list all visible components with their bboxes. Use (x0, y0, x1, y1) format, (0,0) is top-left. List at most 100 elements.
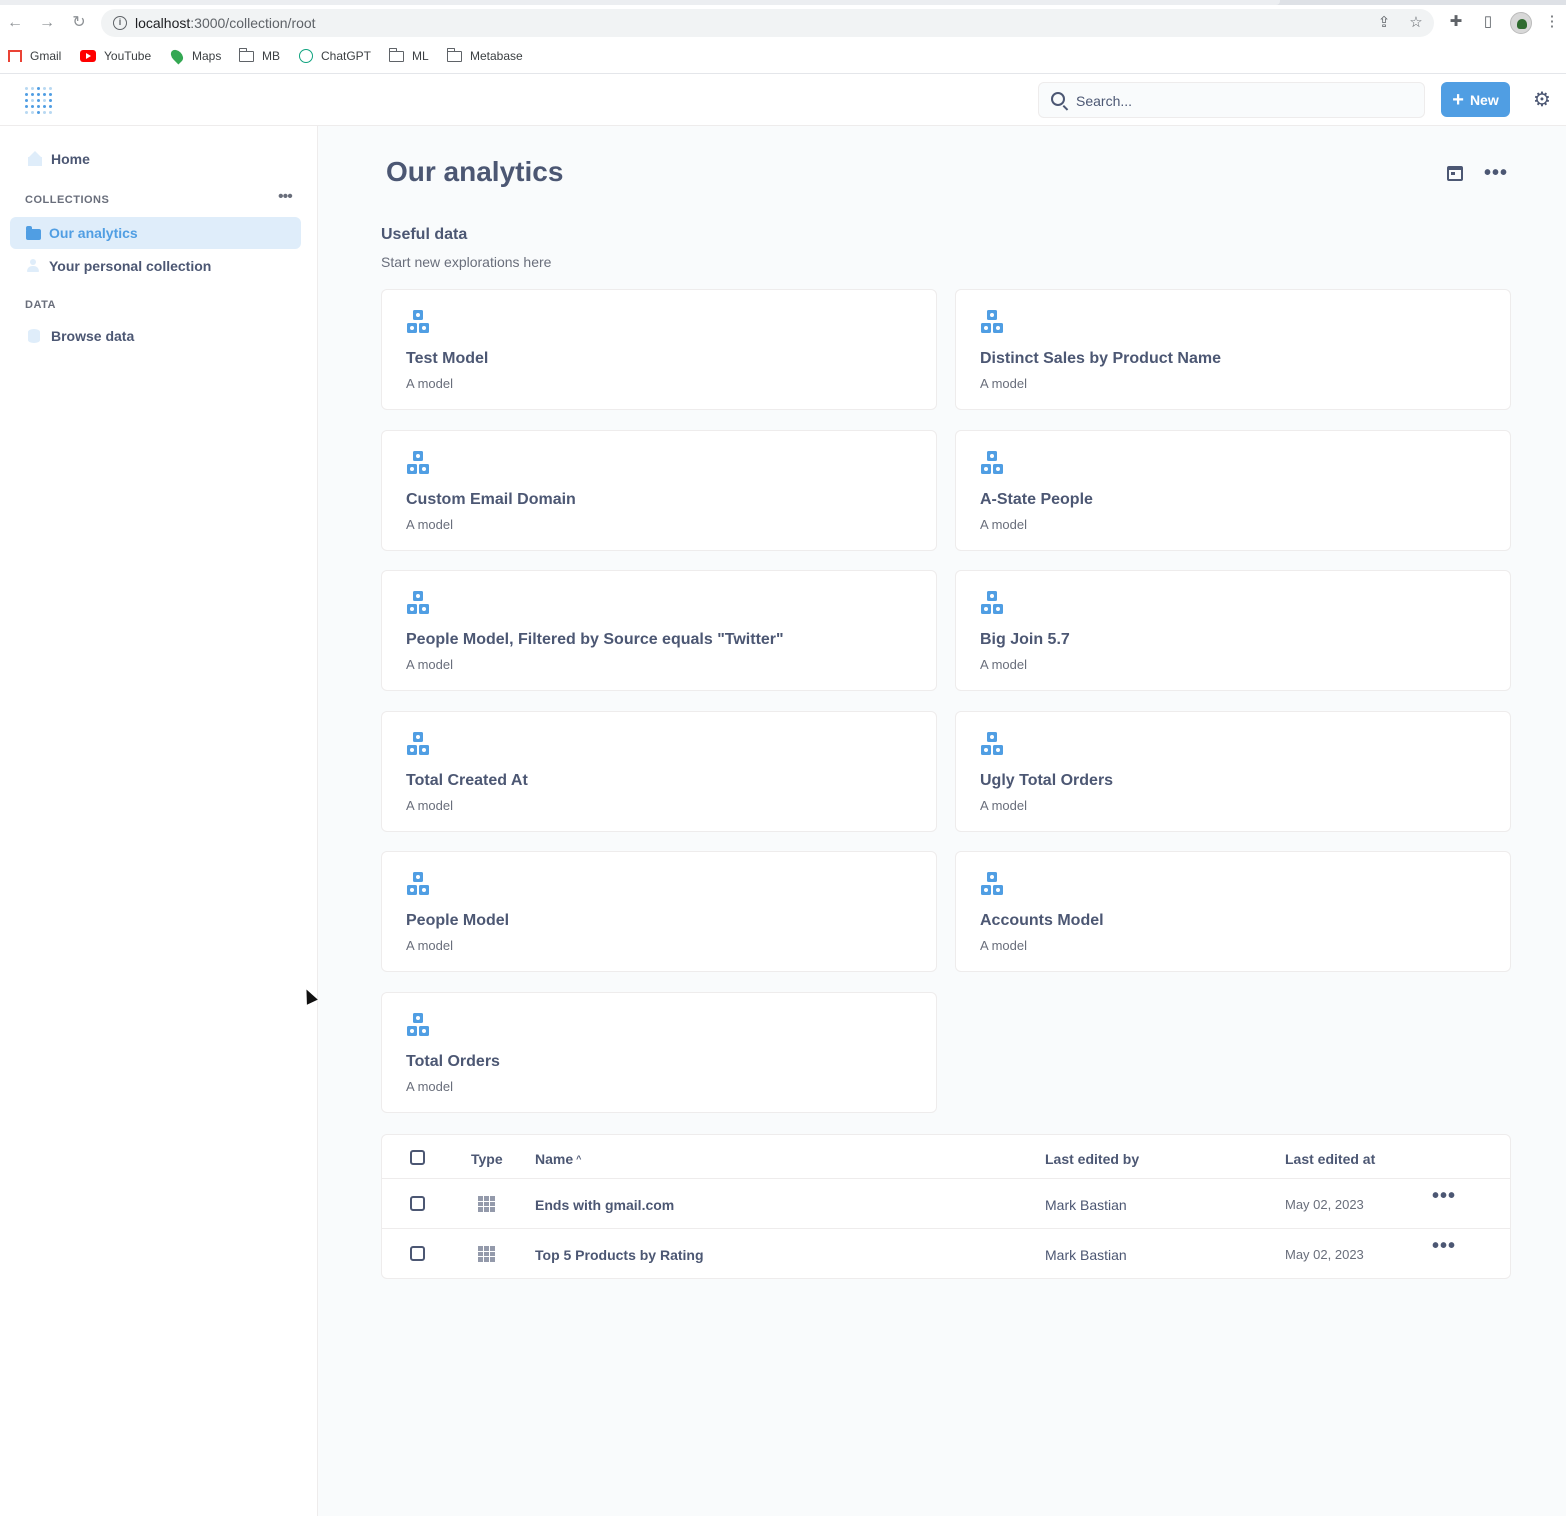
row-checkbox[interactable] (410, 1246, 425, 1261)
calendar-icon[interactable] (1447, 166, 1463, 181)
sidebar-item-personal-collection[interactable]: Your personal collection (10, 250, 301, 282)
sidebar-item-home[interactable]: Home (10, 143, 301, 175)
bookmark-star-icon[interactable]: ☆ (1407, 14, 1425, 32)
table-icon (478, 1196, 495, 1212)
bookmark-youtube[interactable]: YouTube (80, 47, 151, 65)
row-checkbox[interactable] (410, 1196, 425, 1211)
model-card[interactable]: Big Join 5.7 A model (955, 570, 1511, 691)
search-bar[interactable] (1038, 82, 1425, 118)
model-description: A model (406, 516, 453, 532)
bookmark-gmail[interactable]: Gmail (8, 47, 61, 65)
model-card[interactable]: People Model A model (381, 851, 937, 972)
reload-icon[interactable]: ↻ (69, 13, 89, 33)
model-card[interactable]: Distinct Sales by Product Name A model (955, 289, 1511, 410)
model-name: Test Model (406, 350, 489, 367)
bookmark-chatgpt[interactable]: ChatGPT (299, 47, 371, 65)
items-table: Type Name ^ Last edited by Last edited at… (381, 1134, 1511, 1279)
search-input[interactable] (1076, 91, 1406, 111)
model-name: Total Orders (406, 1052, 500, 1070)
back-icon[interactable]: ← (5, 13, 25, 33)
model-icon (406, 872, 432, 898)
model-card[interactable]: Custom Email Domain A model (381, 429, 937, 551)
row-more-icon[interactable]: ••• (1432, 1236, 1456, 1256)
tab-strip (0, 0, 1566, 5)
app-header: + New ⚙ (0, 74, 1566, 126)
site-info-icon[interactable]: i (113, 16, 127, 30)
table-header-row: Type Name ^ Last edited by Last edited at (382, 1135, 1510, 1179)
model-name: People Model (406, 912, 510, 929)
table-row[interactable]: Top 5 Products by Rating Mark Bastian Ma… (382, 1229, 1510, 1279)
table-icon (478, 1246, 495, 1262)
model-description: A model (980, 938, 1027, 953)
bookmark-maps[interactable]: Maps (168, 47, 221, 65)
bookmark-ml[interactable]: ML (388, 47, 429, 65)
address-bar[interactable]: i localhost:3000/collection/root ⇪ ☆ (101, 9, 1434, 37)
sidebar-item-label: Our analytics (49, 225, 138, 241)
share-icon[interactable]: ⇪ (1375, 14, 1393, 32)
url-text[interactable]: localhost:3000/collection/root (135, 15, 316, 31)
column-header-name[interactable]: Name ^ (535, 1151, 581, 1167)
collections-more-icon[interactable]: ••• (278, 189, 296, 205)
column-header-last-edited-at[interactable]: Last edited at (1285, 1151, 1375, 1167)
model-icon (980, 731, 1006, 758)
collection-more-icon[interactable]: ••• (1484, 163, 1507, 190)
model-name: Big Join 5.7 (980, 631, 1070, 648)
home-icon (28, 151, 42, 166)
side-panel-icon[interactable]: ▯ (1479, 13, 1497, 31)
metabase-logo-icon[interactable] (24, 86, 52, 114)
database-icon (28, 329, 40, 343)
folder-icon (388, 47, 404, 62)
column-header-type[interactable]: Type (471, 1151, 503, 1167)
model-description: A model (406, 797, 453, 813)
model-card[interactable]: Accounts Model A model (955, 851, 1511, 972)
folder-icon (26, 225, 41, 240)
sidebar-item-label: Your personal collection (49, 258, 212, 274)
sidebar-item-label: Home (51, 151, 90, 167)
row-more-icon[interactable]: ••• (1432, 1186, 1456, 1206)
model-card[interactable]: Ugly Total Orders A model (955, 710, 1511, 832)
item-name[interactable]: Top 5 Products by Rating (535, 1247, 704, 1263)
model-name: Custom Email Domain (406, 490, 576, 508)
bookmark-metabase[interactable]: Metabase (446, 47, 523, 65)
browser-chrome: ← → ↻ i localhost:3000/collection/root ⇪… (0, 0, 1566, 74)
model-icon (406, 450, 432, 477)
url-host: localhost (135, 15, 191, 31)
item-name[interactable]: Ends with gmail.com (535, 1197, 674, 1213)
model-icon (980, 591, 1006, 617)
sidebar-item-browse-data[interactable]: Browse data (10, 320, 301, 352)
bookmark-mb[interactable]: MB (238, 47, 280, 65)
new-button[interactable]: + New (1441, 82, 1510, 117)
item-last-edited-at: May 02, 2023 (1285, 1197, 1364, 1212)
model-name: Ugly Total Orders (980, 771, 1114, 789)
model-icon (406, 310, 432, 336)
item-last-edited-by: Mark Bastian (1045, 1247, 1127, 1263)
model-description: A model (406, 938, 453, 953)
model-card[interactable]: A-State People A model (955, 429, 1511, 551)
browser-menu-icon[interactable]: ⋮ (1543, 13, 1561, 31)
folder-icon (446, 47, 462, 62)
column-header-last-edited-by[interactable]: Last edited by (1045, 1151, 1139, 1167)
model-card[interactable]: Total Orders A model (381, 991, 937, 1113)
profile-avatar[interactable] (1510, 12, 1532, 34)
table-row[interactable]: Ends with gmail.com Mark Bastian May 02,… (382, 1179, 1510, 1229)
model-icon (980, 310, 1006, 336)
model-description: A model (980, 797, 1027, 813)
model-icon (406, 731, 432, 758)
bookmark-label: ChatGPT (321, 49, 372, 63)
bookmark-label: Gmail (30, 49, 62, 63)
gear-icon[interactable]: ⚙ (1532, 90, 1552, 110)
model-name: Total Created At (406, 771, 528, 789)
person-icon (26, 259, 40, 273)
model-card[interactable]: Test Model A model (381, 289, 937, 410)
forward-icon[interactable]: → (37, 13, 57, 33)
model-description: A model (406, 376, 453, 391)
select-all-checkbox[interactable] (410, 1150, 425, 1165)
model-card[interactable]: Total Created At A model (381, 710, 937, 832)
data-heading: DATA (25, 299, 56, 311)
gmail-icon (8, 50, 22, 62)
sidebar-item-our-analytics[interactable]: Our analytics (10, 217, 301, 249)
model-card[interactable]: People Model, Filtered by Source equals … (381, 570, 937, 691)
page-title: Our analytics (386, 156, 564, 187)
active-tab[interactable] (0, 0, 1280, 5)
extensions-icon[interactable]: ✚ (1447, 13, 1465, 31)
